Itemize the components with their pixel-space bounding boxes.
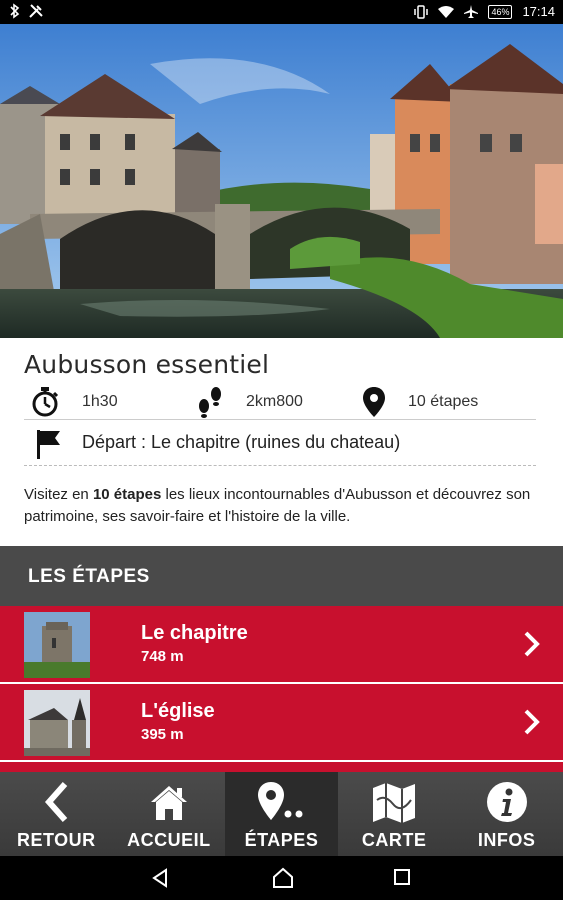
description-highlight: 10 étapes: [92, 486, 162, 503]
location-pin-icon: [363, 387, 385, 417]
route-title: Aubusson essentiel: [24, 350, 270, 379]
step-thumbnail: [24, 690, 90, 756]
steps-count: 10 étapes: [408, 393, 479, 410]
footsteps-icon: [199, 387, 221, 418]
duration-value: 1h30: [82, 393, 118, 410]
route-description: Visitez en 10 étapes les lieux incontour…: [24, 486, 531, 525]
list-item[interactable]: L'église 395 m: [0, 684, 563, 760]
bluetooth-off-icon: [10, 3, 20, 19]
tools-icon: [29, 4, 43, 18]
stopwatch-icon: [32, 387, 59, 417]
chevron-right-icon[interactable]: [523, 708, 541, 736]
step-distance: 395 m: [141, 726, 184, 743]
tab-carte[interactable]: CARTE: [338, 772, 451, 856]
route-info-card: Aubusson essentiel 1h30 2km800 10 étapes…: [0, 338, 563, 546]
tab-retour[interactable]: RETOUR: [0, 772, 113, 856]
tab-label: CARTE: [361, 830, 427, 850]
tab-label: ÉTAPES: [244, 830, 319, 850]
status-bar: 46% 17:14: [0, 0, 563, 24]
info-icon: [486, 782, 527, 822]
map-icon: [373, 783, 416, 823]
steps-list[interactable]: Le chapitre 748 m L'église 395 m: [0, 606, 563, 772]
step-name: L'église: [141, 700, 215, 722]
tab-label: INFOS: [477, 830, 536, 850]
tab-etapes[interactable]: ÉTAPES: [225, 772, 338, 856]
tab-infos[interactable]: INFOS: [450, 772, 563, 856]
vibrate-icon: [414, 4, 429, 19]
departure-text: Départ : Le chapitre (ruines du chateau): [82, 432, 401, 452]
wifi-icon: [438, 5, 455, 18]
back-icon[interactable]: [150, 868, 170, 888]
step-name: Le chapitre: [141, 622, 248, 644]
chevron-right-icon[interactable]: [523, 630, 541, 658]
flag-icon: [37, 430, 60, 459]
chevron-left-icon: [45, 782, 68, 822]
section-title: LES ÉTAPES: [28, 566, 150, 587]
stat-distance: 2km800: [196, 386, 303, 418]
home-nav-icon[interactable]: [272, 867, 294, 889]
stat-duration: 1h30: [30, 386, 118, 418]
steps-section-header: LES ÉTAPES: [0, 546, 563, 606]
battery-icon: 46%: [488, 4, 513, 19]
list-item[interactable]: Le chapitre 748 m: [0, 606, 563, 682]
route-stats: 1h30 2km800 10 étapes: [24, 382, 536, 420]
step-distance: 748 m: [141, 648, 184, 665]
tab-accueil[interactable]: ACCUEIL: [113, 772, 226, 856]
list-item[interactable]: [0, 762, 563, 772]
tab-label: ACCUEIL: [127, 830, 211, 850]
stat-steps: 10 étapes: [362, 386, 478, 418]
recents-icon[interactable]: [393, 868, 411, 886]
bottom-tab-bar: RETOUR ACCUEIL ÉTAPES CARTE INFOS: [0, 772, 563, 856]
step-thumbnail: [24, 612, 90, 678]
distance-value: 2km800: [246, 393, 303, 410]
departure-row: Départ : Le chapitre (ruines du chateau): [24, 422, 536, 466]
map-pin-icon: [258, 782, 303, 820]
hero-image: [0, 24, 563, 338]
tab-label: RETOUR: [16, 830, 96, 850]
airplane-icon: [464, 4, 479, 18]
clock: 17:14: [522, 4, 555, 19]
home-icon: [150, 786, 187, 820]
system-nav-bar: [0, 856, 563, 900]
